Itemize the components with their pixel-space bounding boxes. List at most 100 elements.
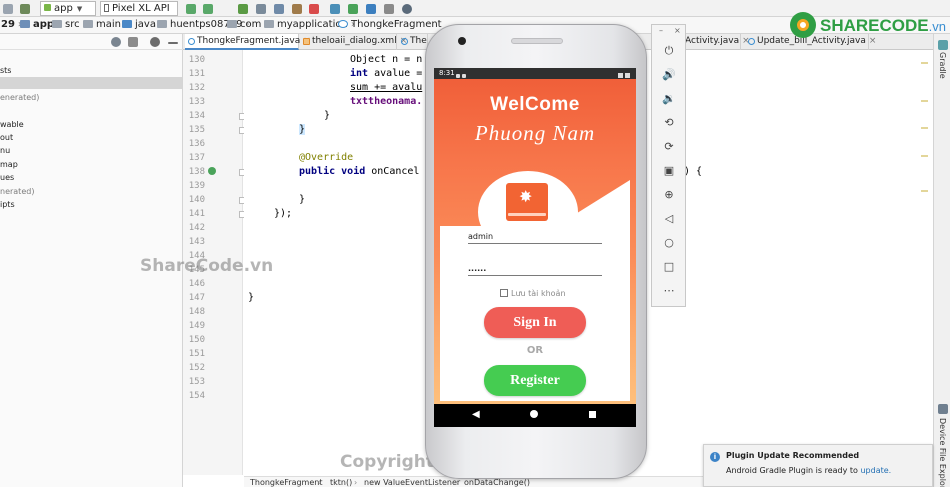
breadcrumb-item[interactable]: ThongkeFragment [338, 17, 442, 33]
rotate-left-icon[interactable]: ⟲ [661, 115, 677, 131]
emulator-screen[interactable]: 8:31 WelCome Phuong Nam admin ...... Lưu… [434, 68, 636, 427]
screenshot-camera-icon[interactable]: ▣ [661, 163, 677, 179]
breadcrumb-item[interactable]: src› [52, 17, 87, 33]
code-crumb[interactable]: ThongkeFragment [250, 477, 322, 487]
debug-icon[interactable] [238, 4, 248, 14]
android-status-bar: 8:31 [434, 68, 636, 79]
project-tree-item[interactable]: map [0, 160, 18, 169]
java-class-icon [401, 38, 408, 45]
checkbox-icon[interactable] [500, 289, 508, 297]
line-number: 142 [188, 223, 205, 233]
code-line-131: int avalue = [350, 68, 429, 79]
sharecode-logo-icon [790, 12, 816, 38]
rotate-right-icon[interactable]: ⟳ [661, 139, 677, 155]
error-stripe-mark[interactable] [921, 190, 928, 192]
search-icon[interactable] [402, 4, 412, 14]
project-tree-item[interactable]: ipts [0, 200, 15, 209]
device-select[interactable]: Pixel XL API 29▼ [100, 1, 178, 27]
apply-changes-icon[interactable] [203, 4, 213, 14]
line-number: 139 [188, 181, 205, 191]
code-line-130: Object n = n [350, 54, 423, 65]
error-stripe-mark[interactable] [921, 127, 928, 129]
update-link[interactable]: update. [860, 466, 891, 475]
layout-inspector-icon[interactable] [384, 4, 394, 14]
run-config-select[interactable]: app ▼ [40, 1, 96, 16]
username-field[interactable]: admin [468, 230, 602, 244]
gradle-icon[interactable] [938, 40, 948, 50]
zoom-icon[interactable]: ⊕ [661, 187, 677, 203]
code-crumb[interactable]: tktn() [330, 477, 352, 487]
minimize-panel-icon[interactable] [168, 42, 178, 44]
locate-icon[interactable] [111, 37, 121, 47]
line-number: 135 [188, 125, 205, 135]
code-line-134: } [324, 110, 331, 121]
register-button[interactable]: Register [484, 365, 586, 396]
tab-activity[interactable]: Activity.java × [679, 34, 750, 50]
remember-account-checkbox[interactable]: Lưu tài khoản [500, 289, 610, 299]
breadcrumb-item[interactable]: 29› [1, 17, 22, 33]
line-number: 130 [188, 55, 205, 65]
attach-debugger-icon[interactable] [292, 4, 302, 14]
project-tree-item[interactable]: sts [0, 66, 11, 75]
volume-down-icon[interactable]: 🔉 [661, 91, 677, 107]
volume-up-icon[interactable]: 🔊 [661, 67, 677, 83]
project-tree-item[interactable]: nerated) [0, 187, 34, 196]
device-file-explorer-icon[interactable] [938, 404, 948, 414]
status-time: 8:31 [439, 69, 455, 77]
android-navigation-bar: ◀ [434, 404, 636, 427]
tab-theloaii-dialog[interactable]: theloaii_dialog.xml × [300, 34, 407, 50]
error-stripe-mark[interactable] [921, 100, 928, 102]
gear-icon[interactable] [150, 37, 160, 47]
line-number: 147 [188, 293, 205, 303]
back-icon[interactable]: ◁ [661, 211, 677, 227]
line-number: 137 [188, 153, 205, 163]
device-file-explorer-tool-button[interactable]: Device File Explorer [938, 418, 947, 487]
refresh-icon[interactable] [186, 4, 196, 14]
minimize-icon[interactable]: – [659, 26, 663, 35]
avd-manager-icon[interactable] [348, 4, 358, 14]
code-line-138-tail: ) { [684, 166, 703, 177]
close-icon[interactable]: × [674, 26, 681, 35]
back-icon[interactable] [3, 4, 13, 14]
project-tree-item[interactable]: ues [0, 173, 14, 182]
power-icon[interactable]: ⏻ [661, 43, 677, 59]
overview-icon[interactable]: □ [661, 259, 677, 275]
password-field[interactable]: ...... [468, 262, 602, 276]
project-tree-item[interactable]: enerated) [0, 93, 39, 102]
back-nav-icon[interactable]: ◀ [472, 409, 480, 421]
sdk-manager-icon[interactable] [366, 4, 376, 14]
breadcrumb-item[interactable]: com› [227, 17, 268, 33]
line-number: 138 [188, 167, 205, 177]
hammer-icon[interactable] [20, 4, 30, 14]
watermark-middle: ShareCode.vn [140, 256, 274, 276]
sync-gradle-icon[interactable] [330, 4, 340, 14]
line-number: 132 [188, 83, 205, 93]
home-nav-icon[interactable] [530, 410, 538, 418]
line-number: 133 [188, 97, 205, 107]
chevron-down-icon: ▼ [76, 5, 83, 13]
error-stripe-mark[interactable] [921, 62, 928, 64]
override-marker-icon[interactable] [208, 167, 216, 175]
line-number: 150 [188, 335, 205, 345]
home-icon[interactable]: ○ [661, 235, 677, 251]
stop-icon[interactable] [309, 4, 319, 14]
recents-nav-icon[interactable] [589, 411, 596, 418]
collapse-all-icon[interactable] [128, 37, 138, 47]
line-number: 149 [188, 321, 205, 331]
coverage-icon[interactable] [256, 4, 266, 14]
project-tree-item[interactable]: out [0, 133, 13, 142]
more-options-icon[interactable]: ⋯ [661, 283, 677, 299]
signal-battery-icons [616, 71, 632, 78]
gradle-tool-button[interactable]: Gradle [938, 52, 947, 79]
notification-title: Plugin Update Recommended [726, 451, 860, 460]
sign-in-button[interactable]: Sign In [484, 307, 586, 338]
tab-thongke-fragment[interactable]: ThongkeFragment.java× [185, 34, 311, 50]
project-tree-item[interactable]: wable [0, 120, 24, 129]
notification-body: Android Gradle Plugin is ready to update… [726, 466, 892, 475]
project-tree-item[interactable]: nu [0, 146, 10, 155]
error-stripe-mark[interactable] [921, 155, 928, 157]
code-crumb[interactable]: new ValueEventListener [364, 477, 460, 487]
code-line-135: } [299, 124, 306, 135]
profiler-icon[interactable] [274, 4, 284, 14]
tab-the[interactable]: The [398, 34, 428, 50]
